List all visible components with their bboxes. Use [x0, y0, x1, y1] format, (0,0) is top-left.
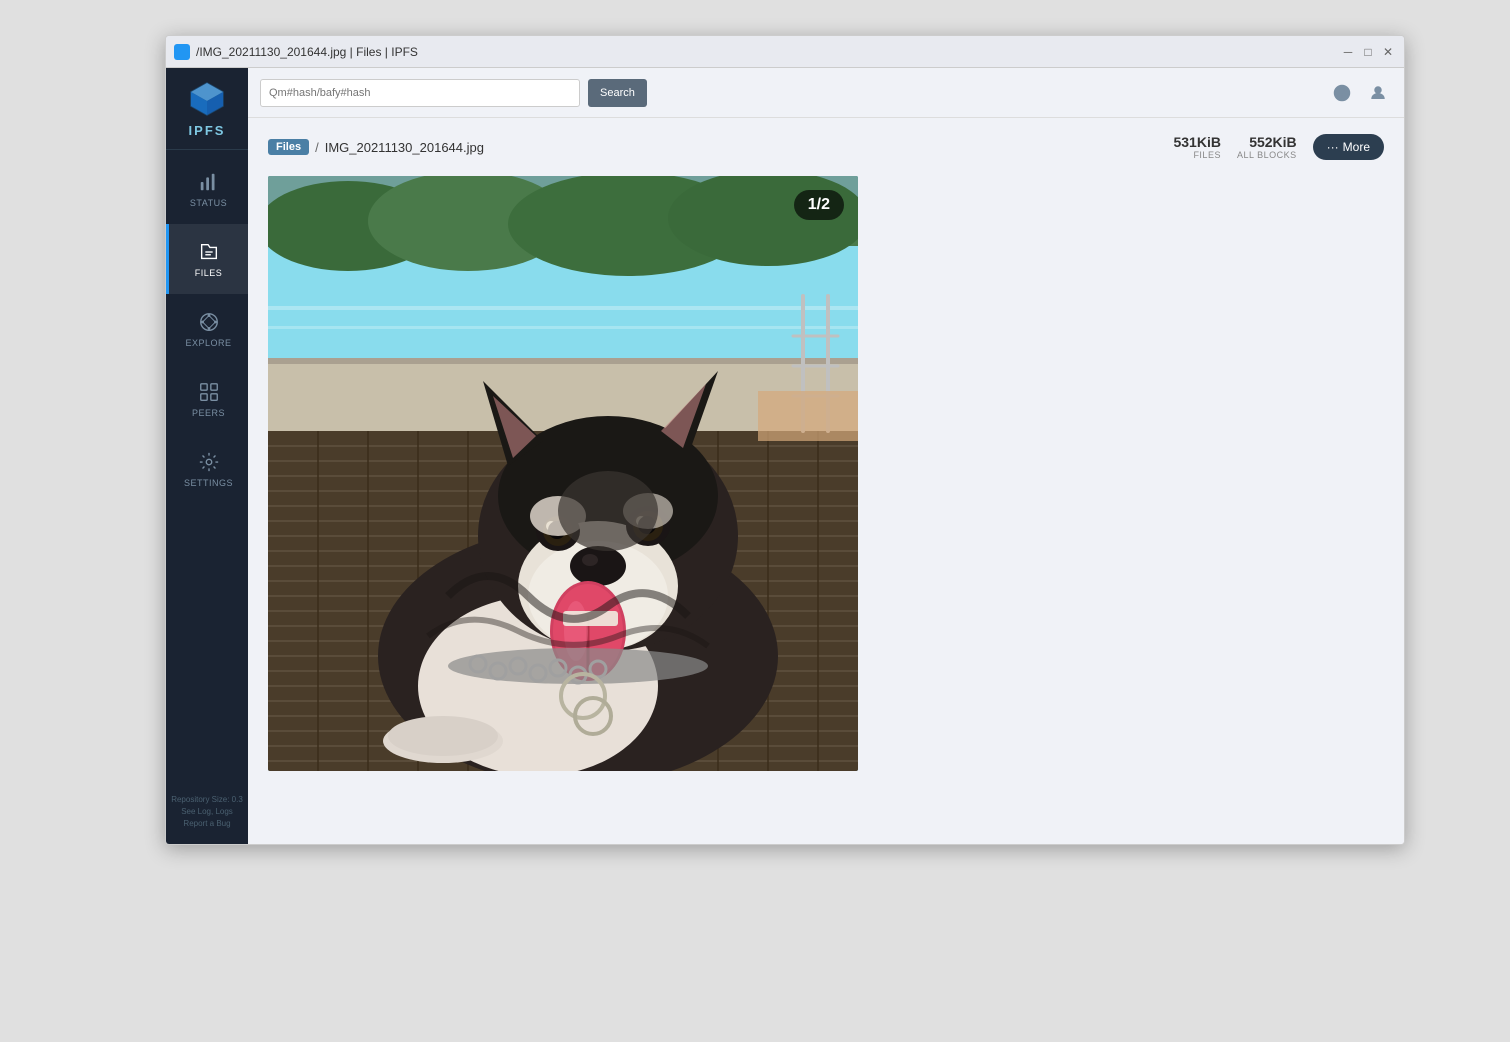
minimize-button[interactable]: ─: [1340, 44, 1356, 60]
sidebar-item-peers[interactable]: PEERS: [166, 364, 248, 434]
sidebar-nav: STATUS FILES EXPLORE: [166, 154, 248, 790]
top-bar: Search: [248, 68, 1404, 118]
status-label: STATUS: [190, 198, 227, 208]
app-body: IPFS STATUS FILES: [166, 68, 1404, 844]
explore-icon: [197, 310, 221, 334]
more-dots: ···: [1327, 140, 1339, 154]
sidebar-item-explore[interactable]: EXPLORE: [166, 294, 248, 364]
help-button[interactable]: [1328, 79, 1356, 107]
more-button[interactable]: ··· More: [1313, 134, 1384, 160]
search-input[interactable]: [260, 79, 580, 107]
explore-label: EXPLORE: [185, 338, 231, 348]
maximize-button[interactable]: □: [1360, 44, 1376, 60]
files-stat-label: FILES: [1193, 150, 1221, 160]
breadcrumb: Files / IMG_20211130_201644.jpg: [268, 139, 484, 155]
files-icon: [197, 240, 221, 264]
blocks-stat-label: ALL BLOCKS: [1237, 150, 1297, 160]
peers-label: PEERS: [192, 408, 225, 418]
ipfs-logo-icon: [187, 79, 227, 119]
peers-icon: [197, 380, 221, 404]
image-counter: 1/2: [794, 190, 844, 220]
top-bar-left: Search: [260, 79, 1320, 107]
sidebar-item-files[interactable]: FILES: [166, 224, 248, 294]
title-bar: /IMG_20211130_201644.jpg | Files | IPFS …: [166, 36, 1404, 68]
sidebar: IPFS STATUS FILES: [166, 68, 248, 844]
more-label: More: [1343, 140, 1370, 154]
breadcrumb-files-link[interactable]: Files: [268, 139, 309, 155]
page-header: Files / IMG_20211130_201644.jpg 531KiB F…: [268, 134, 1384, 160]
footer-log-link: See Log, Logs: [171, 806, 243, 818]
footer-repo-size: Repository Size: 0.3: [171, 794, 243, 806]
content-area: Files / IMG_20211130_201644.jpg 531KiB F…: [248, 118, 1404, 844]
image-container: 1/2: [268, 176, 858, 771]
sidebar-item-status[interactable]: STATUS: [166, 154, 248, 224]
window-controls: ─ □ ✕: [1340, 44, 1396, 60]
logo-label: IPFS: [189, 123, 226, 138]
close-button[interactable]: ✕: [1380, 44, 1396, 60]
app-icon: [174, 44, 190, 60]
sidebar-logo: IPFS: [166, 68, 248, 150]
breadcrumb-separator: /: [315, 140, 319, 155]
app-window: /IMG_20211130_201644.jpg | Files | IPFS …: [165, 35, 1405, 845]
page-header-right: 531KiB FILES 552KiB ALL BLOCKS ··· More: [1173, 134, 1384, 160]
status-icon: [197, 170, 221, 194]
breadcrumb-filename: IMG_20211130_201644.jpg: [325, 140, 484, 155]
main-content: Search: [248, 68, 1404, 844]
files-stat-value: 531KiB: [1173, 134, 1220, 150]
files-stat-block: 531KiB FILES: [1173, 134, 1220, 160]
sidebar-item-settings[interactable]: SETTINGS: [166, 434, 248, 504]
window-title: /IMG_20211130_201644.jpg | Files | IPFS: [196, 45, 418, 59]
search-button[interactable]: Search: [588, 79, 647, 107]
account-button[interactable]: [1364, 79, 1392, 107]
settings-icon: [197, 450, 221, 474]
settings-label: SETTINGS: [184, 478, 233, 488]
title-bar-left: /IMG_20211130_201644.jpg | Files | IPFS: [174, 44, 418, 60]
blocks-stat-value: 552KiB: [1249, 134, 1296, 150]
sidebar-footer: Repository Size: 0.3 See Log, Logs Repor…: [167, 790, 247, 834]
top-bar-right: [1328, 79, 1392, 107]
blocks-stat-block: 552KiB ALL BLOCKS: [1237, 134, 1297, 160]
dog-photo: [268, 176, 858, 771]
footer-report-link: Report a Bug: [171, 818, 243, 830]
files-label: FILES: [195, 268, 223, 278]
